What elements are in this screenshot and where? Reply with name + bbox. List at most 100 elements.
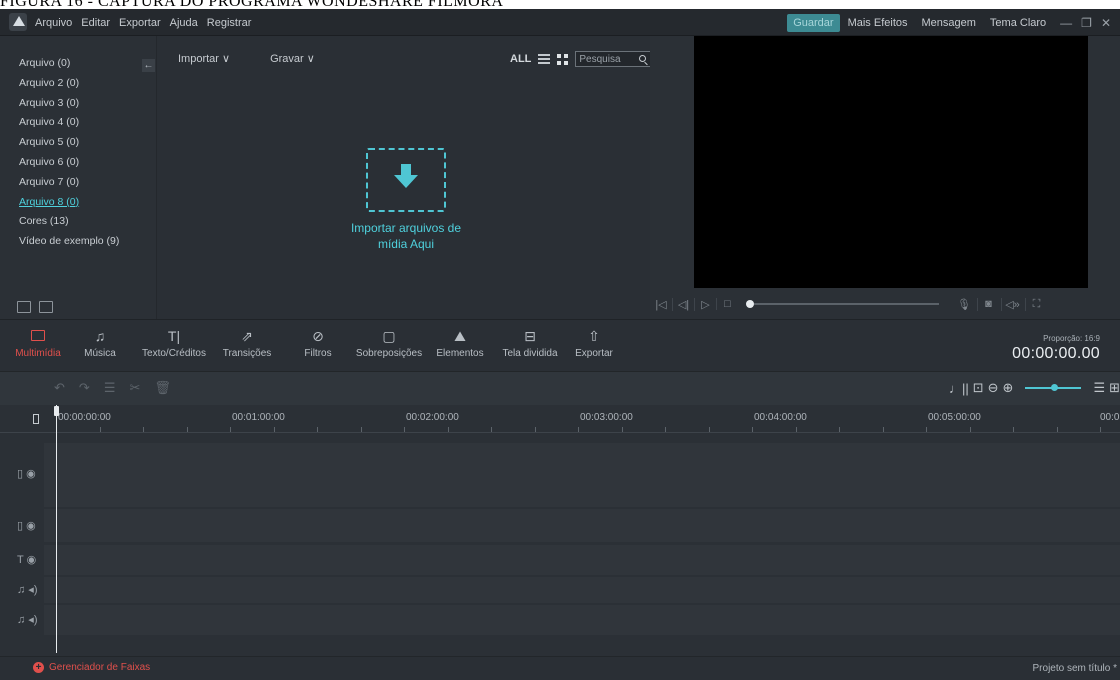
tab-transicoes[interactable]: ⇗ Transições [219,320,275,359]
snap-icon[interactable] [33,414,39,424]
timeline-ruler[interactable]: 00:00:00:00 00:01:00:00 00:02:00:00 00:03:0… [0,405,1120,433]
delete-icon[interactable]: 🗑 [154,380,171,396]
video-track-1[interactable]: ▯ ◉ [0,443,1120,507]
video-track-2[interactable]: ▯ ◉ [0,509,1120,542]
menu-registrar[interactable]: Registrar [207,17,252,29]
search-input[interactable] [579,52,638,66]
tab-multimidia[interactable]: Multimídia [8,320,68,359]
step-back-icon[interactable]: ◁| [672,297,694,311]
menu-arquivo[interactable]: Arquivo [35,17,72,29]
cut-icon[interactable]: ✂ [129,380,140,396]
more-effects-link[interactable]: Mais Efeitos [848,17,908,29]
new-folder-icon[interactable] [17,301,31,313]
share-icon: ⇧ [588,328,600,344]
list-view-icon[interactable] [538,54,551,64]
audio-mixer-icon[interactable]: ♩|| [949,381,969,396]
maximize-icon[interactable]: ❐ [1081,16,1092,30]
library-item[interactable]: Arquivo 5 (0) [19,133,119,153]
playhead[interactable] [54,405,59,653]
track-lane[interactable] [44,545,1120,575]
filmora-window: Arquivo Editar Exportar Ajuda Registrar … [0,9,1120,680]
play-icon[interactable]: ▷ [694,297,716,311]
library-item[interactable]: Arquivo 8 (0) [19,193,119,213]
audio-track-speaker-icon[interactable]: ♫ ◂) [17,613,38,626]
track-lane[interactable] [44,509,1120,542]
library-item[interactable]: Arquivo 2 (0) [19,74,119,94]
scrubber-track[interactable] [754,303,939,305]
menu-editar[interactable]: Editar [81,17,110,29]
delete-folder-icon[interactable] [39,301,53,313]
zoom-in-icon[interactable]: ⊕ [1003,380,1014,396]
aspect-ratio-label: Proporção: 16:9 [1043,334,1100,343]
menu-ajuda[interactable]: Ajuda [170,17,198,29]
skip-back-icon[interactable]: |◁ [650,298,672,311]
playback-controls: |◁ ◁| ▷ □ 🎙 ◙ ◁» ⛶ [650,289,1120,319]
edit-tools: ↶ ↷ ☰ ✂ 🗑 [54,380,171,396]
snapshot-icon[interactable]: ◙ [977,297,999,311]
library-item[interactable]: Arquivo (0) [19,54,119,74]
tab-filtros[interactable]: ⊘ Filtros [298,320,338,359]
video-track-eye-icon[interactable]: ▯ ◉ [17,467,36,480]
import-hint-line1: Importar arquivos de [350,221,462,235]
save-button[interactable]: Guardar [787,13,840,32]
import-hint[interactable]: Importar arquivos de mídia Aqui [336,220,476,252]
fit-timeline-icon[interactable]: ⊡ [973,380,984,396]
microphone-icon[interactable]: 🎙 [953,298,975,311]
zoom-out-icon[interactable]: ⊖ [988,380,999,396]
import-hint-line2: mídia Aqui [377,237,435,251]
track-lane[interactable] [44,605,1120,635]
search-icon[interactable] [639,55,647,62]
library-item[interactable]: Cores (13) [19,212,119,232]
ruler-tick [317,427,318,432]
ruler-time-label: 00:0 [1100,412,1120,423]
adjust-icon[interactable]: ☰ [104,380,116,396]
grid-layout-icon[interactable]: ⊞ [1109,380,1120,396]
library-item[interactable]: Arquivo 4 (0) [19,113,119,133]
stop-icon[interactable]: □ [716,298,738,310]
ruler-tick [883,427,884,432]
library-item[interactable]: Arquivo 6 (0) [19,153,119,173]
audio-track-2[interactable]: ♫ ◂) [0,605,1120,635]
minimize-icon[interactable]: — [1060,16,1072,30]
import-dropdown[interactable]: Importar ∨ [178,52,230,65]
filter-all[interactable]: ALL [510,53,531,65]
music-note-icon: ♫ [94,328,106,344]
close-icon[interactable]: ✕ [1101,16,1111,30]
menu-exportar[interactable]: Exportar [119,17,161,29]
volume-icon[interactable]: ◁» [1001,297,1023,311]
tab-texto-creditos[interactable]: T| Texto/Créditos [140,320,208,359]
track-lane[interactable] [44,577,1120,603]
library-item[interactable]: Arquivo 3 (0) [19,94,119,114]
ruler-tick [578,427,579,432]
track-manager-label: Gerenciador de Faixas [49,662,151,673]
text-track-eye-icon[interactable]: T ◉ [17,553,36,566]
fullscreen-icon[interactable]: ⛶ [1025,297,1047,311]
tab-sobreposicoes[interactable]: ▢ Sobreposições [353,320,425,359]
overlay-track-eye-icon[interactable]: ▯ ◉ [17,519,36,532]
record-dropdown[interactable]: Gravar ∨ [270,52,315,65]
ruler-tick [622,427,623,432]
text-track[interactable]: T ◉ [0,545,1120,575]
track-lane[interactable] [44,443,1120,507]
tab-exportar[interactable]: ⇧ Exportar [568,320,620,359]
menu-icon[interactable]: ☰ [1093,380,1105,396]
library-item[interactable]: Vídeo de exemplo (9) [19,232,119,252]
grid-view-icon[interactable] [557,53,569,65]
import-drop-zone[interactable] [366,148,446,212]
audio-track-speaker-icon[interactable]: ♫ ◂) [17,583,38,596]
ruler-tick [274,427,275,432]
audio-track-1[interactable]: ♫ ◂) [0,577,1120,603]
track-manager-button[interactable]: + Gerenciador de Faixas [33,662,150,673]
library-item[interactable]: Arquivo 7 (0) [19,173,119,193]
tab-musica[interactable]: ♫ Música [80,320,120,359]
undo-icon[interactable]: ↶ [54,380,65,396]
collapse-sidebar-icon[interactable]: ← [142,59,155,72]
ruler-tick [926,427,927,432]
messages-link[interactable]: Mensagem [922,17,976,29]
tab-elementos[interactable]: ⛰ Elementos [432,320,488,359]
redo-icon[interactable]: ↷ [79,380,90,396]
scrubber-handle[interactable] [746,300,754,308]
zoom-slider[interactable] [1025,384,1082,391]
tab-tela-dividida[interactable]: ⊟ Tela dividida [497,320,563,359]
light-theme-link[interactable]: Tema Claro [990,17,1046,29]
